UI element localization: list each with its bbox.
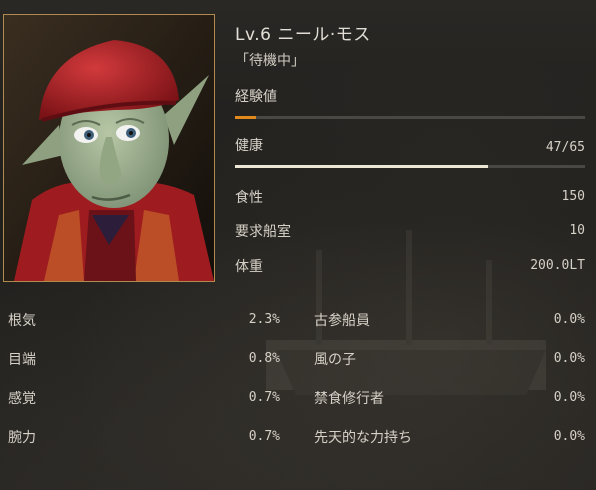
stat-value-weight: 200.0LT: [530, 258, 585, 273]
health-value: 47/65: [545, 140, 585, 155]
trait-label: 先天的な力持ち: [314, 430, 412, 446]
character-status: 「待機中」: [235, 53, 305, 69]
health-label: 健康: [235, 138, 263, 154]
skill-label: 腕力: [8, 430, 36, 446]
skill-label: 感覚: [8, 391, 36, 407]
skill-value: 0.8%: [248, 351, 280, 366]
health-bar: [235, 165, 585, 168]
trait-label: 古参船員: [314, 313, 370, 329]
stat-label-weight: 体重: [235, 259, 263, 275]
skill-label: 目端: [8, 352, 36, 368]
skill-value: 0.7%: [248, 390, 280, 405]
skill-value: 2.3%: [248, 312, 280, 327]
exp-bar: [235, 116, 585, 119]
trait-value: 0.0%: [553, 312, 585, 327]
exp-label: 経験値: [235, 89, 277, 105]
exp-bar-fill: [235, 116, 256, 119]
trait-value: 0.0%: [553, 390, 585, 405]
trait-value: 0.0%: [553, 351, 585, 366]
skill-label: 根気: [8, 313, 36, 329]
character-name: Lv.6 ニール·モス: [235, 25, 371, 45]
ship-background-image: [266, 230, 546, 395]
health-bar-fill: [235, 165, 489, 168]
stat-label-diet: 食性: [235, 190, 263, 206]
stat-label-cabin: 要求船室: [235, 224, 291, 240]
character-portrait: [3, 14, 215, 282]
trait-value: 0.0%: [553, 429, 585, 444]
stat-value-cabin: 10: [569, 223, 585, 238]
trait-label: 禁食修行者: [314, 391, 384, 407]
trait-label: 風の子: [314, 352, 356, 368]
skill-value: 0.7%: [248, 429, 280, 444]
stat-value-diet: 150: [561, 189, 585, 204]
